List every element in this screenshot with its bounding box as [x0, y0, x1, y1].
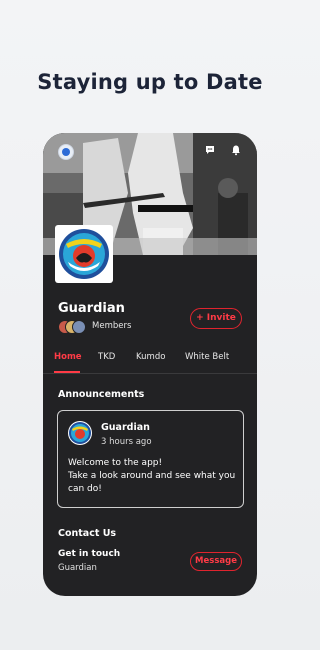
phone-screen: Guardian Members + Invite Home TKD Kumdo… [43, 133, 257, 596]
tab-kumdo[interactable]: Kumdo [136, 352, 165, 362]
bell-icon[interactable] [230, 144, 244, 158]
members-label: Members [92, 321, 132, 331]
message-button[interactable]: Message [190, 552, 242, 571]
get-in-touch-label: Get in touch [58, 549, 121, 559]
active-tab-indicator [54, 371, 80, 373]
announcement-author: Guardian [101, 422, 150, 433]
user-avatar[interactable] [58, 144, 74, 160]
chat-bubble-icon[interactable] [204, 144, 218, 158]
invite-button[interactable]: + Invite [190, 308, 242, 329]
contact-title: Contact Us [58, 528, 117, 539]
announcement-card[interactable]: Guardian 3 hours ago Welcome to the app!… [57, 410, 244, 508]
member-avatar [72, 320, 86, 334]
page-headline: Staying up to Date [37, 70, 263, 94]
tab-bar: Home TKD Kumdo White Belt [43, 343, 257, 374]
announcements-title: Announcements [58, 389, 145, 400]
announcement-time: 3 hours ago [101, 437, 152, 447]
announcement-body: Welcome to the app! Take a look around a… [68, 458, 236, 494]
tab-white-belt[interactable]: White Belt [185, 352, 229, 362]
contact-subtitle: Guardian [58, 563, 97, 573]
tab-tkd[interactable]: TKD [98, 352, 115, 362]
group-logo [55, 225, 113, 283]
group-name: Guardian [58, 301, 125, 316]
author-avatar [68, 421, 92, 445]
tab-home[interactable]: Home [54, 352, 82, 362]
group-logo-art [59, 229, 109, 279]
